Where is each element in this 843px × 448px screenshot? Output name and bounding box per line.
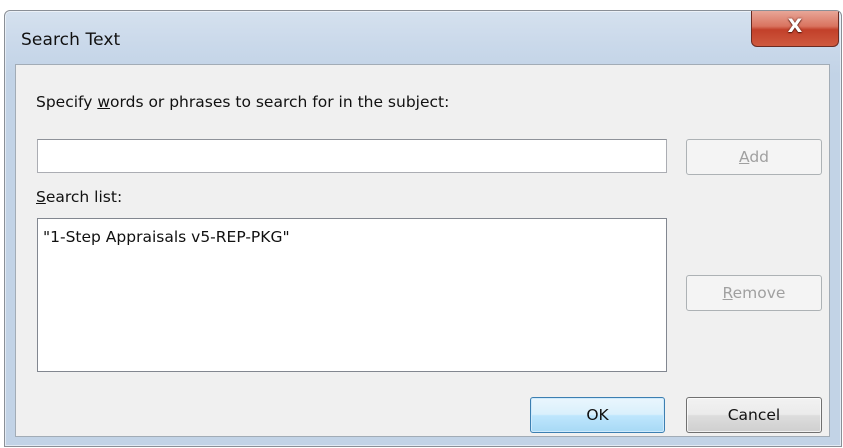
cancel-button[interactable]: Cancel <box>686 397 822 433</box>
list-item[interactable]: "1-Step Appraisals v5-REP-PKG" <box>43 228 290 246</box>
search-text-dialog: Search Text X Specify words or phrases t… <box>4 10 842 447</box>
search-phrase-input[interactable] <box>37 139 667 173</box>
search-list-label: Search list: <box>36 188 122 206</box>
cancel-button-label: Cancel <box>727 406 781 424</box>
close-icon: X <box>787 15 803 37</box>
remove-button[interactable]: Remove <box>686 275 822 311</box>
add-button[interactable]: Add <box>686 139 822 175</box>
search-prompt-label-text: Specify words or phrases to search for i… <box>36 93 450 111</box>
search-list-label-text: Search list: <box>36 188 123 206</box>
dialog-client-area: Specify words or phrases to search for i… <box>15 64 830 437</box>
close-button[interactable]: X <box>751 11 839 47</box>
ok-button[interactable]: OK <box>530 397 665 433</box>
remove-button-label: Remove <box>722 284 786 302</box>
ok-button-label: OK <box>586 406 609 424</box>
search-prompt-label: Specify words or phrases to search for i… <box>36 93 449 111</box>
search-list[interactable]: "1-Step Appraisals v5-REP-PKG" <box>37 218 667 372</box>
add-button-label: Add <box>738 148 770 166</box>
dialog-title: Search Text <box>21 30 121 50</box>
